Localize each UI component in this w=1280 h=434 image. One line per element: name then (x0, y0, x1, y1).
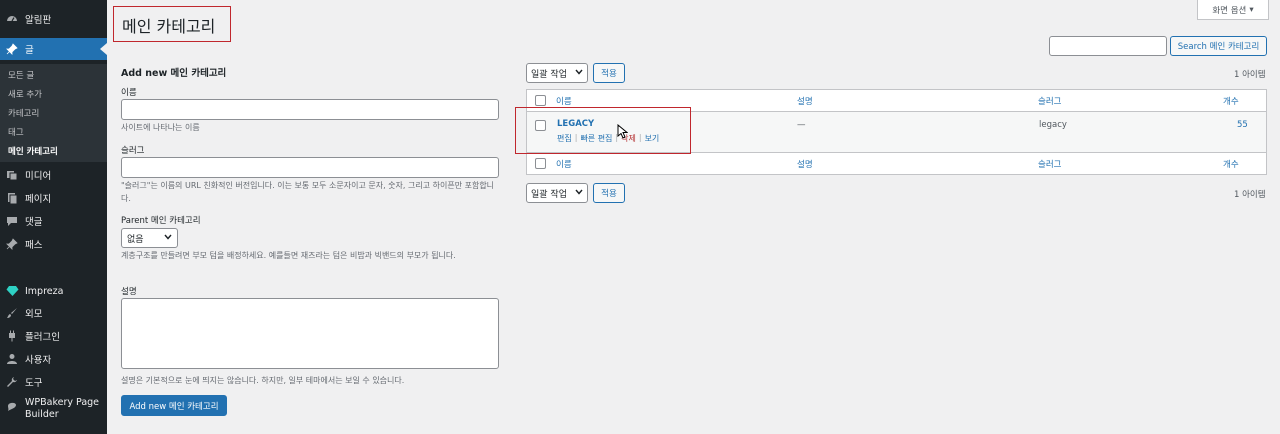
chevron-down-icon (575, 68, 583, 78)
bulk-action-select-bottom[interactable]: 일괄 작업 (526, 183, 588, 203)
column-count[interactable]: 개수 (1223, 95, 1239, 107)
posts-submenu: 모든 글 새로 추가 카테고리 태그 메인 카테고리 (0, 64, 107, 162)
mouse-cursor-icon (617, 123, 629, 142)
comment-icon (5, 214, 19, 228)
column-description-footer[interactable]: 설명 (797, 158, 813, 170)
name-label: 이름 (121, 88, 137, 98)
table-footer: 이름 설명 슬러그 개수 (527, 152, 1266, 174)
submenu-categories[interactable]: 카테고리 (8, 107, 39, 119)
description-textarea[interactable] (121, 298, 499, 369)
sidebar-item-tools[interactable]: 도구 (0, 371, 107, 393)
row-annotation-box (515, 107, 691, 154)
apply-button-bottom[interactable]: 적용 (593, 183, 625, 203)
pushpin-icon (5, 237, 19, 251)
page-title: 메인 카테고리 (122, 17, 216, 36)
sidebar-item-dashboard[interactable]: 알림판 (0, 8, 107, 30)
sidebar-item-label: 글 (25, 45, 34, 56)
search-button[interactable]: Search 메인 카테고리 (1170, 36, 1267, 56)
item-count-top: 1 아이템 (1234, 70, 1266, 80)
column-slug-footer[interactable]: 슬러그 (1038, 158, 1061, 170)
row-description: — (797, 120, 806, 130)
column-name-footer[interactable]: 이름 (556, 158, 572, 170)
admin-sidebar: 알림판 글 모든 글 새로 추가 카테고리 태그 메인 카테고리 미디어 페이지… (0, 0, 107, 434)
screen-options-button[interactable]: 화면 옵션 ▾ (1197, 0, 1269, 20)
sidebar-item-label: 페이지 (25, 194, 52, 205)
submenu-tags[interactable]: 태그 (8, 126, 24, 138)
sidebar-item-label: 도구 (25, 378, 43, 389)
sidebar-item-impreza[interactable]: Impreza (0, 280, 107, 302)
slug-label: 슬러그 (121, 146, 145, 156)
bulk-action-label: 일괄 작업 (531, 189, 567, 200)
sidebar-item-paths[interactable]: 패스 (0, 233, 107, 255)
submenu-main-categories[interactable]: 메인 카테고리 (8, 145, 58, 157)
sidebar-item-label: 알림판 (25, 15, 52, 26)
sidebar-item-label: WPBakery Page Builder (25, 397, 100, 420)
sidebar-item-label: 댓글 (25, 217, 43, 228)
media-icon (5, 168, 19, 182)
sidebar-item-wpbakery[interactable]: WPBakery Page Builder (0, 397, 107, 425)
chevron-down-icon (164, 233, 172, 243)
slug-field[interactable] (121, 157, 499, 178)
wpbakery-icon (5, 399, 19, 413)
dashboard-icon (5, 12, 19, 26)
submenu-add-new[interactable]: 새로 추가 (8, 88, 42, 100)
brush-icon (5, 306, 19, 320)
chevron-down-icon (575, 188, 583, 198)
bulk-action-label: 일괄 작업 (531, 69, 567, 80)
add-new-category-button[interactable]: Add new 메인 카테고리 (121, 395, 227, 416)
search-input[interactable] (1049, 36, 1167, 56)
parent-select[interactable]: 없음 (121, 228, 178, 248)
sidebar-item-plugins[interactable]: 플러그인 (0, 325, 107, 347)
sidebar-item-label: 외모 (25, 309, 43, 320)
parent-description: 계층구조를 만들려면 부모 텀을 배정하세요. 예를들면 재즈라는 텀은 비밥과… (121, 251, 456, 260)
sidebar-item-media[interactable]: 미디어 (0, 164, 107, 186)
name-description: 사이트에 나타나는 이름 (121, 123, 200, 132)
name-field[interactable] (121, 99, 499, 120)
column-description[interactable]: 설명 (797, 95, 813, 107)
row-count-link[interactable]: 55 (1237, 120, 1248, 130)
screen-options-label: 화면 옵션 (1212, 5, 1247, 16)
parent-select-value: 없음 (127, 234, 144, 245)
sidebar-item-label: 패스 (25, 240, 43, 251)
row-slug: legacy (1039, 120, 1067, 130)
sidebar-item-comments[interactable]: 댓글 (0, 210, 107, 232)
wrench-icon (5, 375, 19, 389)
sidebar-item-label: 미디어 (25, 171, 52, 182)
apply-button-top[interactable]: 적용 (593, 63, 625, 83)
column-name[interactable]: 이름 (556, 95, 572, 107)
diamond-icon (5, 284, 19, 298)
user-icon (5, 352, 19, 366)
sidebar-item-label: 플러그인 (25, 332, 60, 343)
item-count-bottom: 1 아이템 (1234, 190, 1266, 200)
column-slug[interactable]: 슬러그 (1038, 95, 1061, 107)
bulk-action-select-top[interactable]: 일괄 작업 (526, 63, 588, 83)
sidebar-item-posts[interactable]: 글 (0, 38, 107, 60)
sidebar-item-pages[interactable]: 페이지 (0, 187, 107, 209)
sidebar-item-appearance[interactable]: 외모 (0, 302, 107, 324)
sidebar-item-label: Impreza (25, 285, 64, 297)
slug-description: "슬러그"는 이름의 URL 친화적인 버전입니다. 이는 보통 모두 소문자이… (121, 181, 495, 203)
sidebar-item-label: 사용자 (25, 355, 52, 366)
select-all-checkbox[interactable] (535, 95, 546, 106)
description-help: 설명은 기본적으로 눈에 띄지는 않습니다. 하지만, 일부 테마에서는 보일 … (121, 376, 405, 385)
page-icon (5, 191, 19, 205)
plugin-icon (5, 329, 19, 343)
parent-label: Parent 메인 카테고리 (121, 216, 201, 226)
pushpin-icon (5, 42, 19, 56)
column-count-footer[interactable]: 개수 (1223, 158, 1239, 170)
submenu-all-posts[interactable]: 모든 글 (8, 69, 34, 81)
caret-down-icon: ▾ (1249, 4, 1254, 15)
form-heading: Add new 메인 카테고리 (121, 68, 227, 79)
select-all-checkbox-footer[interactable] (535, 158, 546, 169)
sidebar-item-users[interactable]: 사용자 (0, 348, 107, 370)
description-label: 설명 (121, 287, 137, 297)
